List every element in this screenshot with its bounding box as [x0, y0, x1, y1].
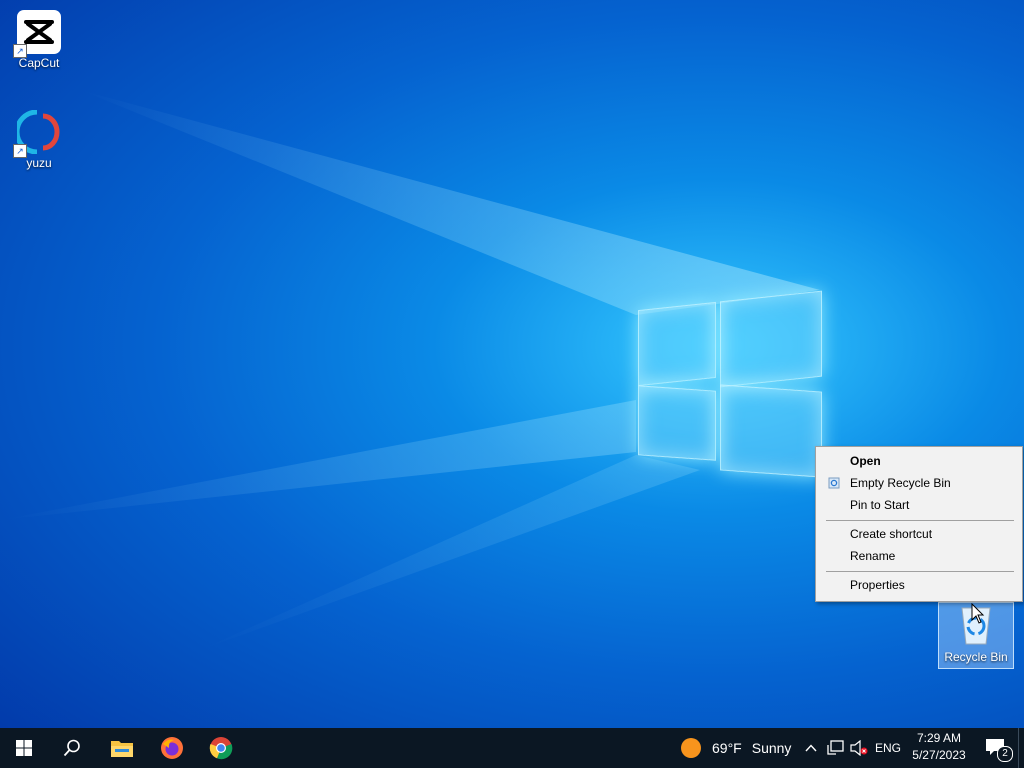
start-button[interactable]	[0, 728, 48, 768]
volume-tray-button[interactable]	[848, 728, 870, 768]
recycle-icon	[828, 477, 840, 489]
menu-item-open[interactable]: Open	[816, 450, 1022, 472]
taskbar-chrome[interactable]	[197, 728, 245, 768]
clock[interactable]: 7:29 AM 5/27/2023	[904, 730, 974, 764]
weather-condition: Sunny	[751, 740, 792, 756]
desktop-icon-label: yuzu	[26, 156, 52, 170]
taskbar-firefox[interactable]	[148, 728, 196, 768]
wallpaper-windows-logo	[636, 290, 822, 478]
firefox-icon	[161, 737, 183, 759]
shortcut-arrow-icon: ↗	[13, 44, 27, 58]
context-menu: Open Empty Recycle Bin Pin to Start Crea…	[815, 446, 1023, 602]
volume-muted-icon	[850, 740, 868, 756]
show-desktop-divider[interactable]	[1018, 728, 1019, 768]
menu-separator	[826, 571, 1014, 572]
clock-date: 5/27/2023	[912, 748, 966, 762]
show-hidden-icons-button[interactable]	[802, 728, 820, 768]
menu-item-create-shortcut[interactable]: Create shortcut	[816, 523, 1022, 545]
shortcut-arrow-icon: ↗	[13, 144, 27, 158]
weather-widget[interactable]: 69°F Sunny	[680, 728, 795, 768]
notification-badge: 2	[997, 746, 1013, 762]
weather-temp: 69°F	[712, 740, 742, 756]
search-button[interactable]	[48, 728, 96, 768]
clock-time: 7:29 AM	[916, 731, 962, 745]
network-tray-button[interactable]	[824, 728, 846, 768]
chevron-up-icon	[805, 744, 817, 752]
action-center-button[interactable]: 2	[978, 728, 1014, 768]
desktop-icon-capcut[interactable]: ↗ CapCut	[3, 10, 75, 70]
desktop-icon-label: CapCut	[18, 56, 60, 70]
wallpaper-rays	[0, 90, 820, 650]
start-icon	[16, 740, 32, 756]
menu-item-empty-recycle-bin[interactable]: Empty Recycle Bin	[816, 472, 1022, 494]
mouse-cursor-icon	[971, 603, 985, 624]
sun-icon	[681, 738, 701, 758]
capcut-icon: ↗	[13, 10, 61, 58]
taskbar-file-explorer[interactable]	[98, 728, 146, 768]
desktop-icon-label: Recycle Bin	[944, 650, 1008, 664]
chrome-icon	[209, 737, 233, 760]
search-icon	[63, 739, 80, 757]
taskbar: 69°F Sunny ENG 7:29 AM 5/27/2023 2	[0, 728, 1024, 768]
menu-separator	[826, 520, 1014, 521]
menu-item-properties[interactable]: Properties	[816, 574, 1022, 596]
menu-item-rename[interactable]: Rename	[816, 545, 1022, 567]
desktop-icon-yuzu[interactable]: ↗ yuzu	[3, 109, 75, 170]
menu-item-pin-to-start[interactable]: Pin to Start	[816, 494, 1022, 516]
network-icon	[827, 740, 844, 755]
language-indicator[interactable]: ENG	[872, 728, 904, 768]
yuzu-icon: ↗	[13, 109, 61, 158]
file-explorer-icon	[111, 741, 133, 757]
